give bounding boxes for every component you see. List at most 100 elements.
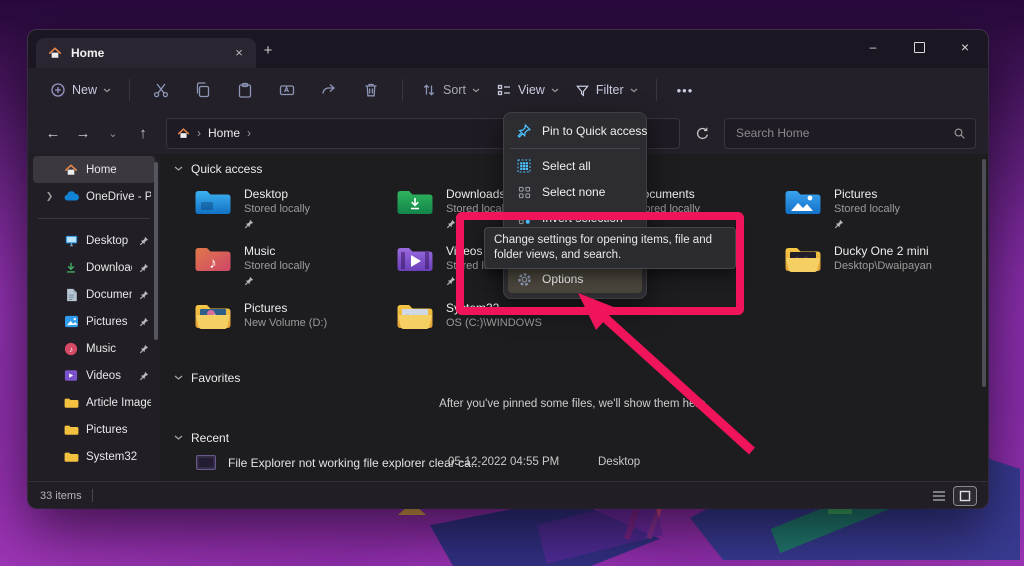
recent-locations-button[interactable]: ⌄: [100, 120, 126, 146]
pictures-icon: [63, 314, 79, 330]
sort-button[interactable]: Sort: [413, 76, 488, 104]
sidebar-item-pictures[interactable]: Pictures: [33, 308, 155, 335]
large-icons-view-button[interactable]: [954, 487, 976, 505]
new-label: New: [72, 83, 97, 97]
forward-button[interactable]: →: [70, 120, 96, 146]
search-input[interactable]: [734, 125, 953, 141]
pin-icon: [139, 317, 149, 327]
folder-icon: [63, 422, 79, 438]
navigation-pane: Home ❯ OneDrive - Perso Desktop: [28, 154, 160, 481]
close-button[interactable]: ×: [942, 32, 988, 62]
tab-home[interactable]: Home ×: [36, 38, 256, 68]
sidebar-item-videos[interactable]: Videos: [33, 362, 155, 389]
item-name: Desktop: [244, 187, 310, 202]
select-all-icon: [516, 159, 532, 173]
main-scrollbar[interactable]: [982, 159, 986, 387]
view-label: View: [518, 83, 545, 97]
recent-file-row[interactable]: File Explorer not working file explorer …: [160, 452, 988, 476]
sidebar-item-desktop[interactable]: Desktop: [33, 227, 155, 254]
recent-file-location: Desktop: [598, 456, 640, 468]
share-button[interactable]: [320, 81, 338, 99]
sort-icon: [421, 82, 437, 98]
delete-button[interactable]: [362, 81, 380, 99]
chevron-down-icon: [174, 166, 183, 172]
home-icon: [63, 162, 79, 178]
sidebar-label: Downloads: [86, 262, 132, 274]
back-button[interactable]: ←: [40, 120, 66, 146]
chevron-down-icon: [103, 88, 111, 93]
minimize-button[interactable]: –: [850, 32, 896, 62]
section-title: Favorites: [191, 371, 240, 385]
breadcrumb-separator: ›: [197, 126, 201, 140]
items-count: 33 items: [40, 490, 82, 502]
rename-button[interactable]: [278, 81, 296, 99]
quick-access-item-pictures-d[interactable]: Pictures New Volume (D:): [194, 301, 390, 355]
sidebar-item-pictures-folder[interactable]: Pictures: [33, 416, 155, 443]
svg-text:♪: ♪: [209, 255, 217, 272]
menu-item-label: Select all: [542, 159, 591, 173]
paste-button[interactable]: [236, 81, 254, 99]
recent-file-name: File Explorer not working file explorer …: [228, 456, 481, 470]
section-quick-access[interactable]: Quick access: [174, 162, 262, 176]
sidebar-label: Article Images: [86, 397, 151, 409]
up-button[interactable]: ↑: [130, 120, 156, 146]
recent-file-date: 05-12-2022 04:55 PM: [448, 456, 559, 468]
quick-access-item-pictures[interactable]: Pictures Stored locally: [784, 187, 980, 241]
section-title: Recent: [191, 431, 229, 445]
section-favorites[interactable]: Favorites: [174, 371, 240, 385]
music-folder-icon: ♪: [194, 244, 232, 274]
section-recent[interactable]: Recent: [174, 431, 229, 445]
expand-chevron-icon[interactable]: ❯: [43, 191, 56, 202]
menu-item-label: Select none: [542, 185, 605, 199]
quick-access-item-desktop[interactable]: Desktop Stored locally: [194, 187, 390, 241]
details-view-button[interactable]: [928, 487, 950, 505]
home-icon: [177, 127, 190, 140]
select-none-icon: [516, 186, 532, 199]
item-location: Desktop\Dwaipayan: [834, 259, 932, 273]
sidebar-item-downloads[interactable]: Downloads: [33, 254, 155, 281]
document-icon: [63, 287, 79, 303]
see-more-button[interactable]: •••: [667, 79, 704, 102]
sidebar-scrollbar[interactable]: [154, 162, 158, 340]
item-location: Stored locally: [834, 202, 900, 216]
status-bar: 33 items: [28, 481, 988, 508]
breadcrumb-item-home[interactable]: Home: [208, 126, 240, 140]
new-tab-button[interactable]: +: [256, 42, 280, 59]
filter-button[interactable]: Filter: [567, 77, 646, 104]
command-toolbar: New Sort: [28, 68, 988, 112]
sidebar-item-documents[interactable]: Documents: [33, 281, 155, 308]
menu-item-select-none[interactable]: Select none: [508, 179, 642, 205]
refresh-button[interactable]: [688, 119, 716, 147]
quick-access-item-ducky[interactable]: Ducky One 2 mini Desktop\Dwaipayan: [784, 244, 980, 298]
sidebar-item-article-images[interactable]: Article Images: [33, 389, 155, 416]
filter-label: Filter: [596, 83, 624, 97]
sidebar-label: OneDrive - Perso: [86, 191, 151, 203]
sidebar-label: System32: [86, 451, 151, 463]
chevron-down-icon: [630, 88, 638, 93]
item-location: OS (C:)\WINDOWS: [446, 316, 542, 330]
tab-bar: Home × + – ×: [28, 30, 988, 68]
tab-close-icon[interactable]: ×: [230, 44, 248, 62]
view-button[interactable]: View: [488, 76, 567, 104]
home-icon: [48, 46, 62, 60]
videos-icon: [63, 368, 79, 384]
blue-folder-icon: [194, 187, 232, 217]
item-name: Music: [244, 244, 310, 259]
sidebar-label: Videos: [86, 370, 132, 382]
chevron-down-icon: [551, 88, 559, 93]
folder-icon: [63, 395, 79, 411]
sidebar-label: Pictures: [86, 316, 132, 328]
sidebar-item-system32[interactable]: System32: [33, 443, 155, 470]
quick-access-item-music[interactable]: ♪ Music Stored locally: [194, 244, 390, 298]
copy-button[interactable]: [194, 81, 212, 99]
new-button[interactable]: New: [42, 76, 119, 104]
menu-item-pin-to-quick-access[interactable]: Pin to Quick access: [508, 118, 642, 144]
cut-button[interactable]: [152, 81, 170, 99]
menu-item-select-all[interactable]: Select all: [508, 153, 642, 179]
sidebar-item-onedrive[interactable]: ❯ OneDrive - Perso: [33, 183, 155, 210]
maximize-button[interactable]: [896, 32, 942, 62]
item-location: Stored locally: [244, 259, 310, 273]
sidebar-item-music[interactable]: ♪ Music: [33, 335, 155, 362]
sidebar-item-home[interactable]: Home: [33, 156, 155, 183]
yellow-folder-photo-icon: [396, 301, 434, 331]
